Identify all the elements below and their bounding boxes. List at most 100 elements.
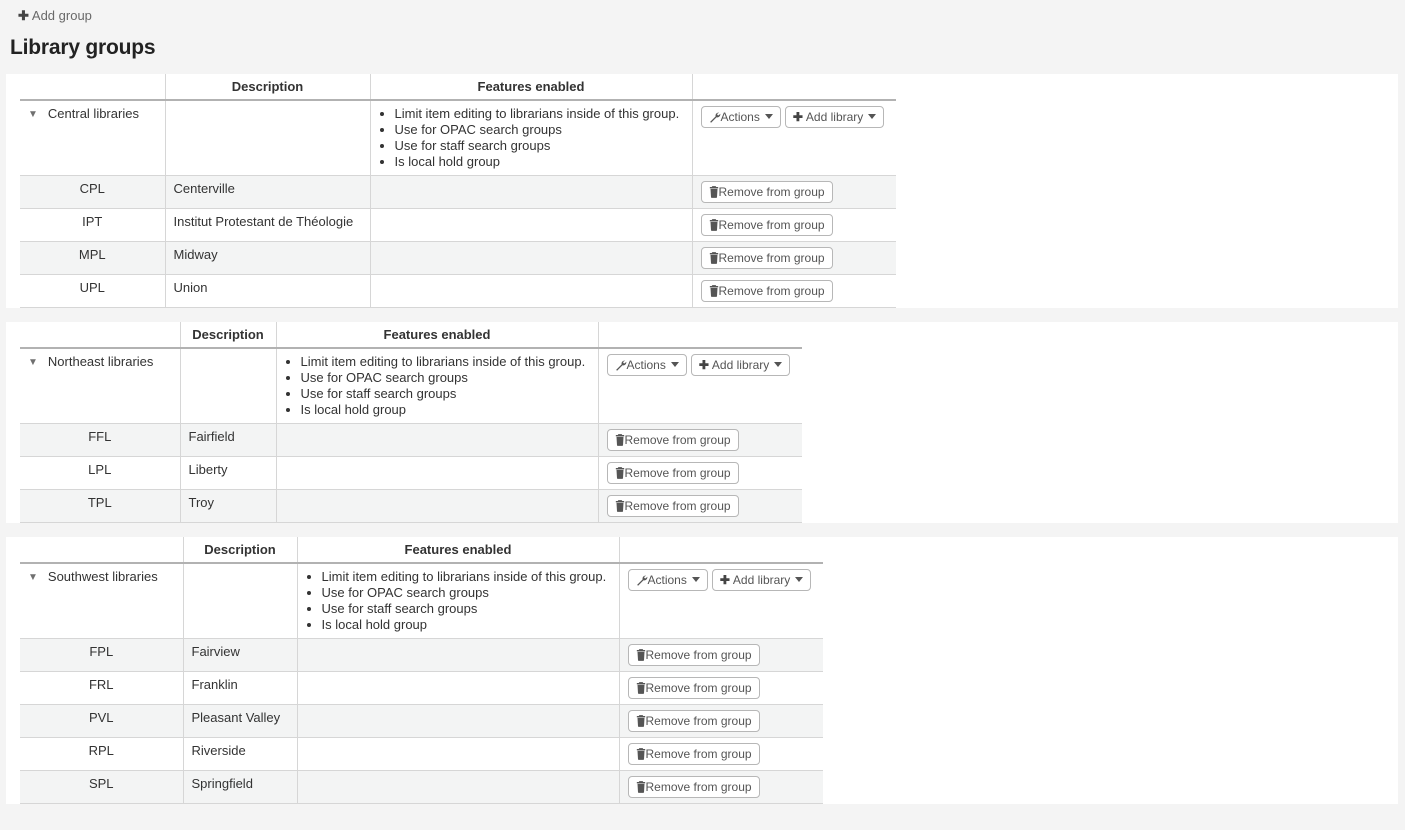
table-header-row: DescriptionFeatures enabled	[20, 537, 823, 563]
column-header-name	[20, 322, 180, 348]
group-name-label: Central libraries	[48, 106, 139, 121]
group-name-cell: ▼Southwest libraries	[20, 563, 183, 639]
group-actions-cell: Actions✚Add library	[692, 100, 896, 176]
add-library-button[interactable]: ✚Add library	[691, 354, 790, 376]
library-features-cell	[297, 705, 619, 738]
library-actions-cell: Remove from group	[598, 424, 802, 457]
library-features-cell	[370, 275, 692, 308]
library-code-cell: LPL	[20, 457, 180, 490]
actions-button[interactable]: Actions	[628, 569, 708, 591]
column-header-actions	[619, 537, 823, 563]
remove-from-group-label: Remove from group	[719, 284, 825, 298]
library-code-cell: UPL	[20, 275, 165, 308]
table-row: FPLFairviewRemove from group	[20, 639, 823, 672]
column-header-actions	[692, 74, 896, 100]
library-features-cell	[297, 639, 619, 672]
plus-icon: ✚	[699, 358, 709, 372]
trash-icon	[709, 186, 719, 198]
remove-from-group-button[interactable]: Remove from group	[628, 743, 760, 765]
plus-icon: ✚	[18, 8, 29, 23]
group-name-label: Northeast libraries	[48, 354, 154, 369]
column-header-description: Description	[180, 322, 276, 348]
library-group-table: DescriptionFeatures enabled▼Southwest li…	[20, 537, 823, 804]
caret-down-icon	[671, 362, 679, 367]
table-row: UPLUnion Remove from group	[20, 275, 896, 308]
library-description-cell: Franklin	[183, 672, 297, 705]
feature-item: Use for OPAC search groups	[395, 122, 684, 138]
remove-from-group-button[interactable]: Remove from group	[628, 710, 760, 732]
library-description-cell: Centerville	[165, 176, 370, 209]
library-group-panel: DescriptionFeatures enabled▼Central libr…	[6, 74, 1398, 308]
feature-item: Use for OPAC search groups	[322, 585, 611, 601]
feature-item: Limit item editing to librarians inside …	[301, 354, 590, 370]
remove-from-group-button[interactable]: Remove from group	[607, 495, 739, 517]
features-list: Limit item editing to librarians inside …	[306, 569, 611, 633]
caret-down-icon[interactable]: ▼	[28, 357, 38, 368]
library-code-cell: CPL	[20, 176, 165, 209]
library-actions-cell: Remove from group	[619, 672, 823, 705]
remove-from-group-button[interactable]: Remove from group	[701, 247, 833, 269]
library-actions-cell: Remove from group	[692, 242, 896, 275]
feature-item: Limit item editing to librarians inside …	[395, 106, 684, 122]
wrench-icon	[615, 359, 627, 371]
table-header-row: DescriptionFeatures enabled	[20, 322, 802, 348]
actions-button[interactable]: Actions	[607, 354, 687, 376]
trash-icon	[636, 682, 646, 694]
remove-from-group-button[interactable]: Remove from group	[628, 644, 760, 666]
library-actions-cell: Remove from group	[619, 705, 823, 738]
caret-down-icon[interactable]: ▼	[28, 572, 38, 583]
remove-from-group-button[interactable]: Remove from group	[628, 776, 760, 798]
library-features-cell	[297, 672, 619, 705]
table-row: TPLTroyRemove from group	[20, 490, 802, 523]
trash-icon	[615, 467, 625, 479]
group-features-cell: Limit item editing to librarians inside …	[276, 348, 598, 424]
remove-from-group-button[interactable]: Remove from group	[607, 462, 739, 484]
column-header-name	[20, 74, 165, 100]
trash-icon	[615, 434, 625, 446]
table-row: LPLLiberty Remove from group	[20, 457, 802, 490]
remove-from-group-label: Remove from group	[625, 499, 731, 513]
remove-from-group-button[interactable]: Remove from group	[701, 214, 833, 236]
library-features-cell	[370, 176, 692, 209]
library-description-cell: Liberty	[180, 457, 276, 490]
add-library-button[interactable]: ✚Add library	[785, 106, 884, 128]
remove-from-group-button[interactable]: Remove from group	[701, 280, 833, 302]
actions-button[interactable]: Actions	[701, 106, 781, 128]
column-header-description: Description	[183, 537, 297, 563]
wrench-icon	[636, 574, 648, 586]
add-library-button-label: Add library	[733, 573, 790, 587]
table-row: FFLFairfieldRemove from group	[20, 424, 802, 457]
trash-icon	[636, 649, 646, 661]
group-description-cell	[183, 563, 297, 639]
caret-down-icon	[795, 577, 803, 582]
remove-from-group-label: Remove from group	[646, 780, 752, 794]
group-actions-cell: Actions ✚Add library	[619, 563, 823, 639]
remove-from-group-label: Remove from group	[646, 747, 752, 761]
group-row: ▼Southwest libraries Limit item editing t…	[20, 563, 823, 639]
caret-down-icon[interactable]: ▼	[28, 109, 38, 120]
library-code-cell: SPL	[20, 771, 183, 804]
library-group-panel: DescriptionFeatures enabled ▼ Northeast li…	[6, 322, 1398, 523]
remove-from-group-button[interactable]: Remove from group	[628, 677, 760, 699]
remove-from-group-button[interactable]: Remove from group	[701, 181, 833, 203]
library-code-cell: FRL	[20, 672, 183, 705]
remove-from-group-label: Remove from group	[646, 714, 752, 728]
actions-button-label: Actions	[648, 573, 687, 587]
library-groups-list: DescriptionFeatures enabled ▼ Central libr…	[0, 74, 1405, 804]
remove-from-group-button[interactable]: Remove from group	[607, 429, 739, 451]
table-row: IPTInstitut Protestant de ThéologieRemov…	[20, 209, 896, 242]
add-group-button[interactable]: ✚Add group	[18, 8, 92, 24]
feature-item: Limit item editing to librarians inside …	[322, 569, 611, 585]
add-group-label: Add group	[32, 8, 92, 23]
library-code-cell: FPL	[20, 639, 183, 672]
library-description-cell: Midway	[165, 242, 370, 275]
group-name-cell: ▼ Central libraries	[20, 100, 165, 176]
remove-from-group-label: Remove from group	[719, 185, 825, 199]
add-library-button[interactable]: ✚Add library	[712, 569, 811, 591]
trash-icon	[709, 219, 719, 231]
library-description-cell: Pleasant Valley	[183, 705, 297, 738]
library-description-cell: Union	[165, 275, 370, 308]
group-actions-cell: Actions✚Add library	[598, 348, 802, 424]
feature-item: Use for staff search groups	[395, 138, 684, 154]
group-row: ▼ Central libraries Limit item editing to …	[20, 100, 896, 176]
